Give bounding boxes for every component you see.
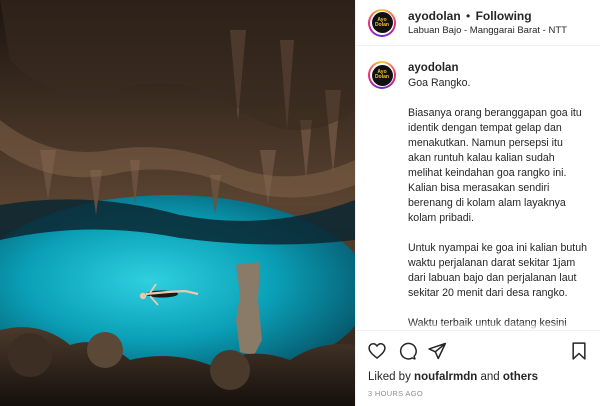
ayodolan-logo: Ayo Dolan <box>371 64 393 86</box>
caption-paragraph: Biasanya orang beranggapan goa itu ident… <box>408 107 582 224</box>
likes-joiner: and <box>480 371 500 383</box>
heart-icon <box>368 342 386 360</box>
avatar[interactable]: Ayo Dolan <box>368 8 396 37</box>
save-button[interactable] <box>568 340 590 362</box>
post-timestamp[interactable]: 3 HOURS AGO <box>356 384 600 398</box>
post-sidebar: Ayo Dolan ayodolan • Following Labuan Ba… <box>355 0 600 406</box>
like-button[interactable] <box>366 340 388 362</box>
post-actions: Liked by noufalrmdn and others 3 HOURS A… <box>356 330 600 406</box>
likes-summary: Liked by noufalrmdn and others <box>356 362 600 384</box>
liked-by-user-link[interactable]: noufalrmdn <box>414 371 477 383</box>
likes-others-link[interactable]: others <box>503 371 538 383</box>
following-button[interactable]: Following <box>476 9 532 23</box>
caption-avatar[interactable]: Ayo Dolan <box>368 61 396 89</box>
header-text: ayodolan • Following Labuan Bajo - Mangg… <box>408 9 567 37</box>
username-link[interactable]: ayodolan <box>408 9 461 23</box>
caption-area[interactable]: Ayo Dolan ayodolan Goa Rangko. Biasanya … <box>356 47 600 330</box>
caption-text: ayodolan Goa Rangko. Biasanya orang bera… <box>408 61 588 330</box>
caption-fade <box>356 322 600 330</box>
caption-username[interactable]: ayodolan <box>408 61 588 76</box>
caption-paragraph: Untuk nyampai ke goa ini kalian butuh wa… <box>408 242 588 299</box>
comment-icon <box>399 342 417 360</box>
caption-title: Goa Rangko. <box>408 77 471 89</box>
post-header: Ayo Dolan ayodolan • Following Labuan Ba… <box>356 0 600 46</box>
ayodolan-logo: Ayo Dolan <box>371 12 393 33</box>
separator-dot: • <box>466 8 471 23</box>
post-photo[interactable] <box>0 0 355 406</box>
location-link[interactable]: Labuan Bajo - Manggarai Barat - NTT <box>408 24 567 37</box>
share-button[interactable] <box>426 340 448 362</box>
comment-button[interactable] <box>396 340 418 362</box>
share-icon <box>428 342 447 360</box>
cave-lagoon-image <box>0 0 355 406</box>
bookmark-icon <box>572 342 586 360</box>
instagram-post: Ayo Dolan ayodolan • Following Labuan Ba… <box>0 0 600 406</box>
likes-prefix: Liked by <box>368 371 411 383</box>
